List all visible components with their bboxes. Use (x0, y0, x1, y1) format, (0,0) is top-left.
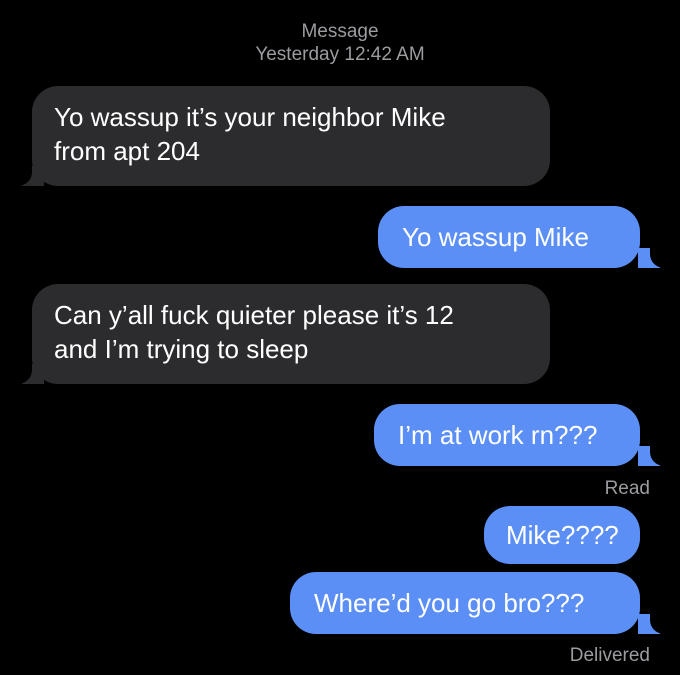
message-text-line: I’m at work rn??? (398, 420, 598, 450)
outgoing-message-bubble[interactable]: I’m at work rn??? (374, 404, 640, 466)
incoming-message-bubble[interactable]: Yo wassup it’s your neighbor Mike from a… (32, 86, 550, 186)
outgoing-message-bubble[interactable]: Mike???? (484, 506, 640, 564)
read-receipt: Read (604, 478, 650, 499)
message-text-line: from apt 204 (54, 136, 200, 166)
message-text-line: Yo wassup it’s your neighbor Mike (54, 102, 446, 132)
outgoing-message-bubble[interactable]: Where’d you go bro??? (290, 572, 640, 634)
incoming-message-bubble[interactable]: Can y’all fuck quieter please it’s 12 an… (32, 284, 550, 384)
message-text-line: and I’m trying to sleep (54, 334, 309, 364)
bubble-tail (638, 446, 668, 466)
bubble-tail (638, 248, 668, 268)
bubble-tail (14, 364, 44, 384)
conversation-timestamp: Yesterday 12:42 AM (255, 44, 425, 65)
message-text-line: Mike???? (506, 520, 619, 550)
message-thread: Message Yesterday 12:42 AM Yo wassup it’… (0, 0, 680, 675)
message-text-line: Where’d you go bro??? (314, 588, 585, 618)
delivered-receipt: Delivered (569, 645, 650, 666)
bubble-tail (14, 166, 44, 186)
outgoing-message-bubble[interactable]: Yo wassup Mike (378, 206, 640, 268)
bubble-tail (638, 614, 668, 634)
conversation-header-label: Message (301, 21, 379, 42)
message-text-line: Can y’all fuck quieter please it’s 12 (54, 300, 454, 330)
message-text-line: Yo wassup Mike (402, 222, 589, 252)
